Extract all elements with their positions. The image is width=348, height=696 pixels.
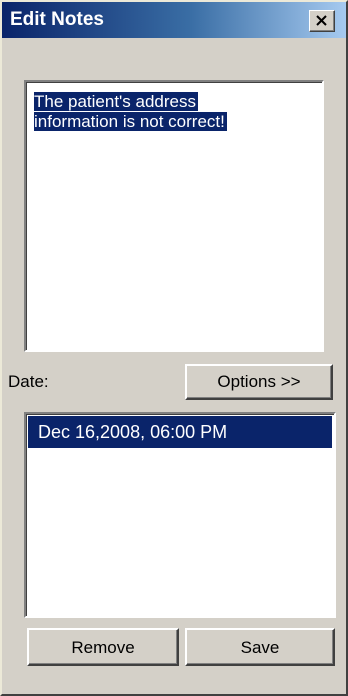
date-list-item-selected[interactable]: Dec 16,2008, 06:00 PM [28, 416, 332, 448]
notes-line: The patient's address [34, 92, 199, 111]
window-title: Edit Notes [10, 9, 104, 30]
save-button[interactable]: Save [185, 628, 335, 666]
close-button[interactable] [309, 10, 335, 32]
date-listbox[interactable]: Dec 16,2008, 06:00 PM [24, 412, 336, 618]
close-icon [316, 15, 327, 26]
notes-textarea[interactable]: The patient's address information is not… [24, 80, 324, 352]
date-label: Date: [8, 372, 49, 391]
options-button[interactable]: Options >> [185, 364, 333, 400]
remove-button[interactable]: Remove [27, 628, 179, 666]
notes-text: The patient's address information is not… [34, 92, 314, 132]
title-bar[interactable]: Edit Notes [2, 2, 346, 38]
notes-line: information is not correct! [34, 112, 227, 131]
edit-notes-window: Edit Notes The patient's address informa… [0, 0, 348, 696]
